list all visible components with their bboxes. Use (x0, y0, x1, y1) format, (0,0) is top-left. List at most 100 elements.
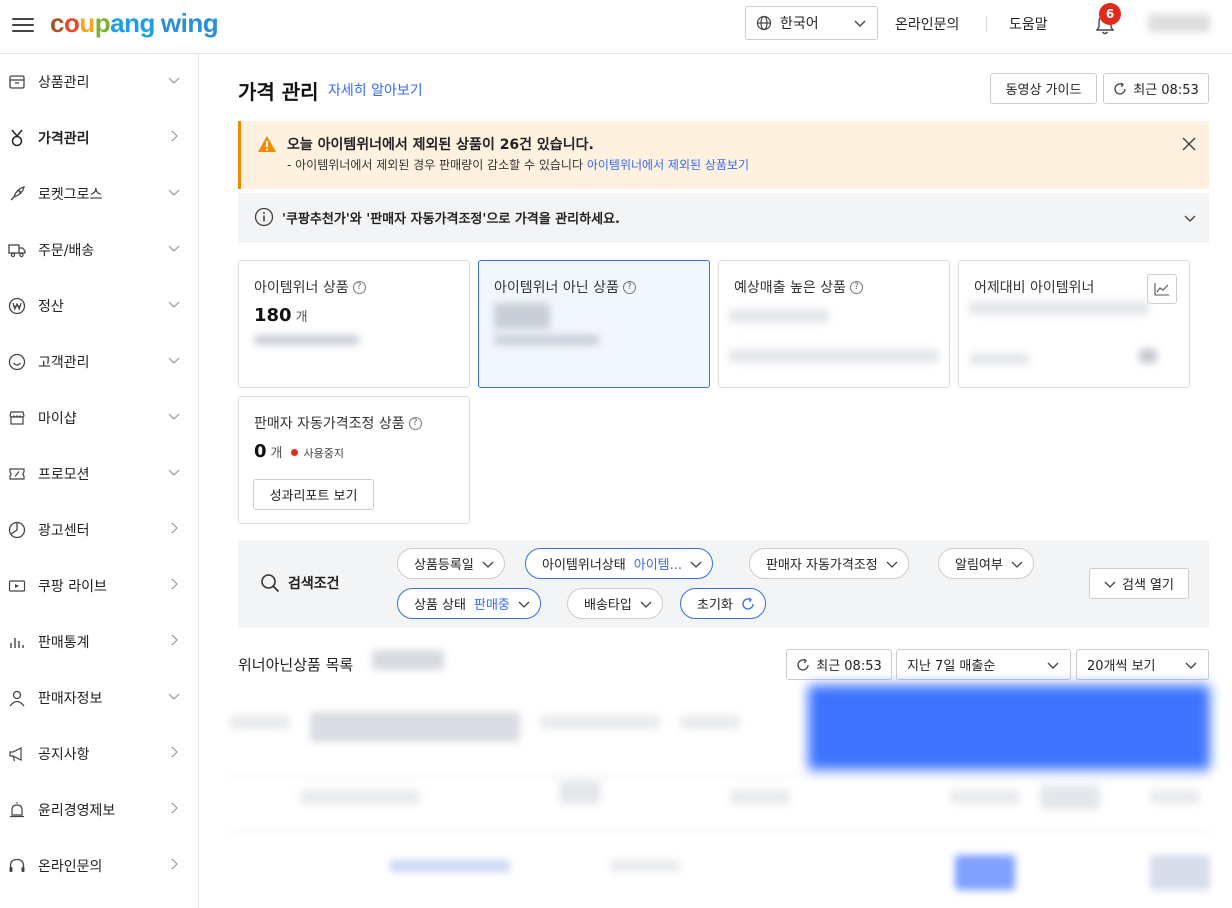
info-text: '쿠팡추천가'와 '판매자 자동가격조정'으로 가격을 관리하세요. (282, 212, 620, 227)
performance-report-button[interactable]: 성과리포트 보기 (253, 479, 374, 510)
chevron-down-icon[interactable] (1183, 211, 1197, 225)
sidebar-item-notice[interactable]: 공지사항 (0, 726, 198, 782)
card-title: 아이템위너 상품? (254, 277, 366, 297)
sidebar-item-settlement[interactable]: 정산 (0, 278, 198, 334)
help-icon[interactable]: ? (849, 280, 863, 294)
refresh-icon (797, 658, 809, 671)
sort-value: 지난 7일 매출순 (907, 659, 996, 674)
excluded-products-link[interactable]: 아이템위너에서 제외된 상품보기 (587, 158, 749, 172)
logo-part: p (94, 8, 111, 38)
won-icon (8, 297, 26, 315)
chevron-down-icon (168, 413, 180, 420)
sidebar-item-customer[interactable]: 고객관리 (0, 334, 198, 390)
help-icon[interactable]: ? (408, 416, 422, 430)
chevron-down-icon (168, 301, 180, 308)
sidebar-item-label: 마이샵 (38, 411, 77, 427)
sidebar-item-order-delivery[interactable]: 주문/배송 (0, 222, 198, 278)
trend-chart-icon (1154, 283, 1169, 296)
logo[interactable]: coupang wing (50, 8, 219, 39)
sidebar-item-product[interactable]: 상품관리 (0, 54, 198, 110)
smile-icon (8, 353, 26, 371)
blurred-text (494, 335, 599, 345)
filter-chip-itemwinner-status[interactable]: 아이템위너상태 아이템... (525, 548, 714, 579)
online-inquiry-link[interactable]: 온라인문의 (895, 14, 959, 34)
user-name-blurred[interactable] (1148, 14, 1210, 32)
logo-part: c (50, 8, 64, 38)
card-value: 0 개 사용중지 (254, 441, 344, 462)
chevron-right-icon (171, 858, 178, 870)
page-size-select[interactable]: 20개씩 보기 (1076, 649, 1209, 680)
card-title: 어제대비 아이템위너 (974, 277, 1094, 297)
filter-chip-register-date[interactable]: 상품등록일 (397, 548, 505, 579)
sidebar-item-promotion[interactable]: 프로모션 (0, 446, 198, 502)
blurred-cell (560, 780, 600, 804)
trend-chart-button[interactable] (1147, 274, 1177, 304)
search-open-button[interactable]: 검색 열기 (1089, 568, 1189, 599)
filter-chip-auto-price-adjust[interactable]: 판매자 자동가격조정 (749, 548, 909, 579)
chevron-down-icon (886, 561, 898, 568)
bell-alert-icon (8, 801, 26, 819)
close-icon[interactable] (1181, 136, 1197, 152)
sidebar-item-seller-info[interactable]: 판매자정보 (0, 670, 198, 726)
logo-wing: wing (160, 8, 219, 38)
sidebar-item-rocket-growth[interactable]: 로켓그로스 (0, 166, 198, 222)
card-itemwinner-vs-yesterday[interactable]: 어제대비 아이템위너 (958, 260, 1190, 388)
card-value: 180 개 (254, 305, 308, 326)
search-label-text: 검색조건 (288, 576, 340, 592)
blurred-cell (300, 790, 420, 804)
card-high-expected-sales[interactable]: 예상매출 높은 상품? (718, 260, 950, 388)
help-icon[interactable]: ? (352, 280, 366, 294)
video-guide-button[interactable]: 동영상 가이드 (990, 73, 1097, 104)
medal-icon (8, 129, 26, 147)
sidebar-item-price[interactable]: 가격관리 (0, 110, 198, 166)
card-itemwinner[interactable]: 아이템위너 상품? 180 개 (238, 260, 470, 388)
blurred-text (729, 349, 939, 363)
warning-desc-text: - 아이템위너에서 제외된 경우 판매량이 감소할 수 있습니다 (287, 158, 583, 172)
list-refresh-button[interactable]: 최근 08:53 (786, 649, 892, 680)
blurred-cell (1040, 785, 1100, 809)
filter-chip-product-status[interactable]: 상품 상태 판매중 (397, 588, 541, 619)
language-select[interactable]: 한국어 (745, 6, 878, 40)
language-value: 한국어 (780, 16, 819, 32)
card-title-text: 아이템위너 상품 (254, 280, 349, 296)
bar-chart-icon (8, 633, 26, 651)
sidebar-item-sales-stats[interactable]: 판매통계 (0, 614, 198, 670)
blurred-cell (955, 855, 1015, 890)
sidebar: 상품관리 가격관리 로켓그로스 주문/배송 정산 고객관리 마이샵 프로모션 광 (0, 54, 199, 908)
notification-badge[interactable]: 6 (1099, 3, 1121, 25)
info-banner[interactable]: '쿠팡추천가'와 '판매자 자동가격조정'으로 가격을 관리하세요. (238, 193, 1209, 243)
warning-icon (258, 136, 276, 152)
learn-more-link[interactable]: 자세히 알아보기 (328, 80, 423, 100)
page-size-value: 20개씩 보기 (1087, 659, 1156, 674)
sidebar-item-online-inquiry[interactable]: 온라인문의 (0, 838, 198, 894)
chip-label: 아이템위너상태 (542, 558, 626, 573)
help-link[interactable]: 도움말 (1009, 14, 1048, 34)
sidebar-item-ethics-report[interactable]: 윤리경영제보 (0, 782, 198, 838)
search-panel: 검색조건 상품등록일 아이템위너상태 아이템... 판매자 자동가격조정 알림여… (238, 540, 1209, 628)
status-dot (290, 449, 298, 456)
blurred-text (254, 335, 359, 345)
reset-filters-button[interactable]: 초기화 (680, 588, 766, 619)
filter-chip-alert[interactable]: 알림여부 (938, 548, 1034, 579)
sidebar-item-label: 판매통계 (38, 635, 90, 651)
refresh-icon (742, 597, 754, 610)
help-icon[interactable]: ? (622, 280, 636, 294)
chevron-down-icon (854, 20, 866, 27)
sidebar-item-myshop[interactable]: 마이샵 (0, 390, 198, 446)
blurred-text (969, 353, 1029, 365)
live-icon (8, 577, 26, 595)
sidebar-item-coupang-live[interactable]: 쿠팡 라이브 (0, 558, 198, 614)
sort-select[interactable]: 지난 7일 매출순 (896, 649, 1071, 680)
blurred-text (1139, 349, 1157, 363)
card-value-number: 180 (254, 305, 292, 326)
sidebar-item-label: 광고센터 (38, 523, 90, 539)
card-non-itemwinner[interactable]: 아이템위너 아닌 상품? (478, 260, 710, 388)
blurred-text (969, 301, 1149, 315)
blurred-cell (680, 715, 740, 729)
filter-chip-delivery-type[interactable]: 배송타입 (567, 588, 663, 619)
sidebar-item-label: 가격관리 (38, 131, 90, 147)
menu-icon[interactable] (12, 14, 34, 36)
refresh-button[interactable]: 최근 08:53 (1103, 73, 1209, 104)
chevron-down-icon (518, 601, 530, 608)
sidebar-item-ad-center[interactable]: 광고센터 (0, 502, 198, 558)
